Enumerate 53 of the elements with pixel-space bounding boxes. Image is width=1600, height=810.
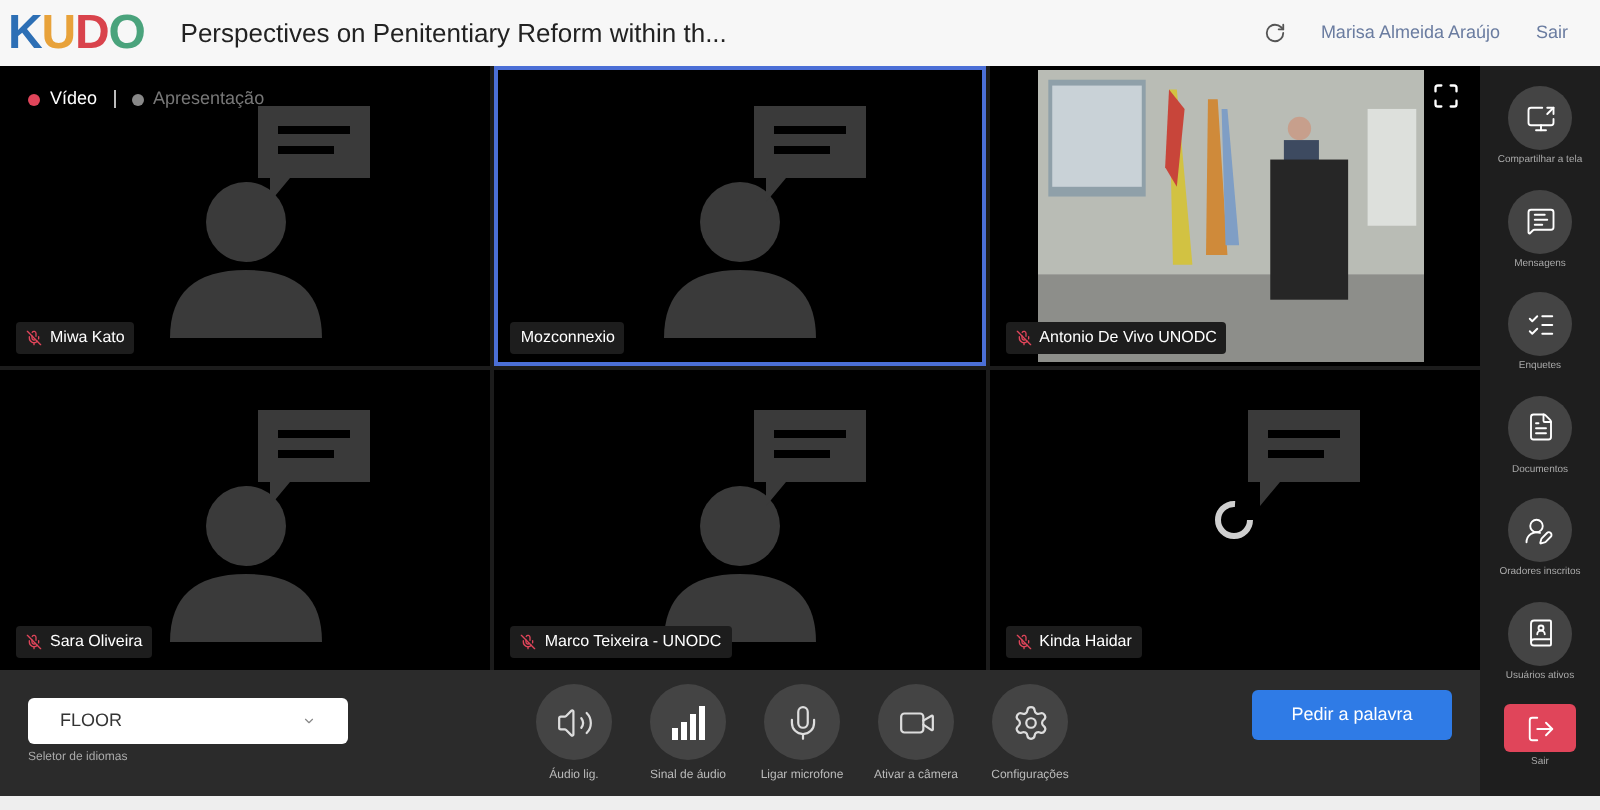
share-screen-icon xyxy=(1525,103,1555,133)
refresh-icon[interactable] xyxy=(1264,22,1287,44)
sidebar-button[interactable] xyxy=(1508,189,1572,253)
video-tile[interactable]: Kinda Haidar xyxy=(989,370,1480,670)
control-button[interactable] xyxy=(878,684,954,760)
control-button[interactable] xyxy=(764,684,840,760)
chat-bubble-icon xyxy=(1247,410,1360,506)
sign-out-link[interactable]: Sair xyxy=(1535,19,1568,47)
settings-icon xyxy=(1011,703,1049,741)
view-toggle[interactable]: Vídeo xyxy=(28,86,98,113)
participant-name: Antonio De Vivo UNODC xyxy=(1039,326,1217,350)
document-icon xyxy=(1525,412,1555,442)
logo: KUDO xyxy=(8,9,145,57)
control-button[interactable] xyxy=(536,684,612,760)
language-select[interactable]: FLOOR xyxy=(28,698,348,744)
speaker-icon xyxy=(555,703,593,741)
person-silhouette-icon xyxy=(165,482,326,642)
loading-spinner-icon xyxy=(1212,498,1257,542)
control-button[interactable] xyxy=(650,684,726,760)
meeting-title: Perspectives on Penitentiary Reform within th... xyxy=(180,15,727,52)
sidebar-button[interactable] xyxy=(1508,292,1572,356)
sidebar-button[interactable] xyxy=(1508,86,1572,150)
sidebar-button[interactable] xyxy=(1508,395,1572,459)
signal-bars-icon xyxy=(670,704,706,740)
sidebar-button[interactable] xyxy=(1507,498,1572,562)
message-icon xyxy=(1525,206,1555,236)
request-floor-button[interactable]: Pedir a palavra xyxy=(1252,690,1452,740)
user-name-link[interactable]: Marisa Almeida Araújo xyxy=(1320,19,1500,47)
video-tile[interactable]: Sara Oliveira xyxy=(0,370,491,670)
video-tile[interactable]: Antonio De Vivo UNODC xyxy=(989,66,1480,366)
video-tile[interactable]: Mozconnexio xyxy=(494,66,986,366)
view-toggle[interactable]: Apresentação xyxy=(131,86,265,113)
control-button[interactable] xyxy=(992,684,1068,760)
participant-name: Kinda Haidar xyxy=(1039,630,1132,654)
participant-name: Miwa Kato xyxy=(50,326,125,350)
video-tile[interactable]: Marco Teixeira - UNODC xyxy=(494,370,986,670)
chat-bubble-icon xyxy=(258,106,371,202)
person-silhouette-icon xyxy=(659,178,820,338)
person-silhouette-icon xyxy=(165,178,326,338)
participant-name: Marco Teixeira - UNODC xyxy=(544,630,722,654)
exit-icon xyxy=(1525,713,1555,743)
participant-name: Mozconnexio xyxy=(520,326,615,350)
checklist-icon xyxy=(1525,309,1555,339)
chat-bubble-icon xyxy=(258,410,371,506)
participant-name: Sara Oliveira xyxy=(50,630,143,654)
user-list-icon xyxy=(1524,515,1555,545)
chevron-down-icon xyxy=(302,714,316,728)
chat-bubble-icon xyxy=(753,410,866,506)
contact-book-icon xyxy=(1525,618,1555,648)
exit-button[interactable] xyxy=(1504,704,1576,752)
sidebar-button[interactable] xyxy=(1508,601,1572,665)
chat-bubble-icon xyxy=(753,106,866,202)
fullscreen-icon[interactable] xyxy=(1431,82,1460,110)
